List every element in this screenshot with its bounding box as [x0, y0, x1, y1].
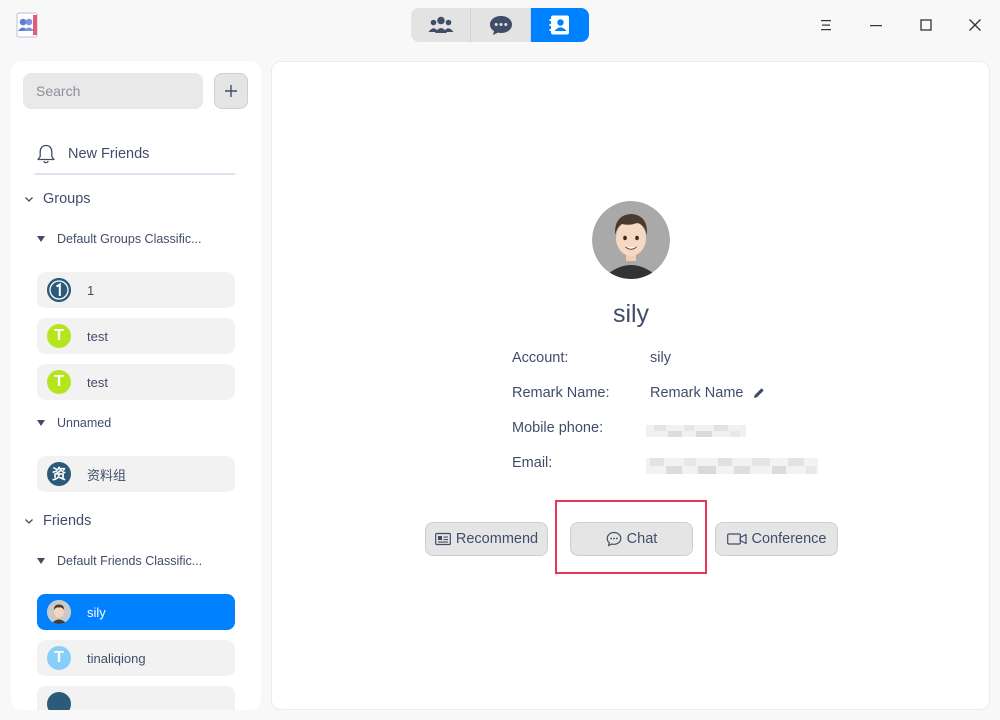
minimize-button[interactable] — [861, 10, 891, 40]
groups-header[interactable]: Groups — [23, 187, 91, 211]
minimize-icon — [870, 25, 882, 27]
close-icon — [969, 19, 981, 31]
group-item[interactable]: 资 资料组 — [37, 456, 235, 492]
avatar-letter: T — [54, 649, 64, 666]
recommend-button[interactable]: Recommend — [425, 522, 548, 556]
caret-down-icon — [37, 420, 45, 426]
recommend-label: Recommend — [455, 531, 539, 547]
video-camera-icon — [726, 533, 747, 545]
friend-item-partial[interactable] — [37, 686, 235, 710]
plus-icon — [225, 85, 237, 97]
avatar: T — [47, 324, 71, 348]
account-value: sily — [650, 350, 671, 366]
avatar — [47, 692, 71, 710]
contact-card-icon — [549, 15, 569, 35]
friends-header[interactable]: Friends — [23, 509, 91, 533]
user-avatar-icon — [47, 600, 71, 624]
profile-avatar — [592, 201, 670, 279]
groups-label: Groups — [43, 191, 91, 207]
conference-button[interactable]: Conference — [715, 522, 838, 556]
caret-down-icon — [37, 558, 45, 564]
remark-name-field: Remark Name — [650, 385, 765, 401]
chat-highlight-box — [555, 500, 707, 574]
chevron-down-icon — [25, 519, 33, 524]
friends-label: Friends — [43, 513, 92, 529]
remark-name-label: Remark Name: — [512, 385, 610, 401]
contacts-sidebar: New Friends Groups Default Groups Classi… — [11, 61, 261, 710]
friend-name: sily — [87, 604, 106, 620]
bell-icon — [37, 144, 55, 164]
tab-contacts[interactable] — [531, 8, 589, 42]
category-label: Default Friends Classific... — [57, 554, 203, 568]
conference-label: Conference — [751, 531, 827, 547]
category-label: Unnamed — [57, 416, 112, 430]
email-redacted — [646, 458, 818, 474]
chat-bubble-icon — [489, 16, 512, 35]
menu-icon — [821, 20, 831, 31]
friend-item[interactable]: T tinaliqiong — [37, 640, 235, 676]
tab-chats[interactable] — [471, 8, 531, 42]
category-label: Default Groups Classific... — [57, 232, 202, 246]
group-name: test — [87, 374, 108, 390]
avatar: 资 — [47, 462, 71, 486]
group-name: 资料组 — [87, 467, 127, 483]
avatar-letter: T — [54, 373, 64, 390]
tab-groups[interactable] — [411, 8, 471, 42]
group-item[interactable]: T test — [37, 318, 235, 354]
group-icon — [428, 16, 453, 33]
friend-item[interactable]: sily — [37, 594, 235, 630]
edit-remark-button[interactable] — [753, 387, 765, 399]
friend-name: tinaliqiong — [87, 650, 146, 666]
account-label: Account: — [512, 350, 569, 366]
group-item[interactable]: T test — [37, 364, 235, 400]
user-avatar-icon — [592, 201, 670, 279]
caret-down-icon — [37, 236, 45, 242]
groups-category-unnamed[interactable]: Unnamed — [37, 412, 111, 434]
search-input[interactable] — [23, 73, 203, 109]
contact-detail-panel: sily Account: sily Remark Name: Remark N… — [271, 61, 990, 710]
avatar-letter: T — [54, 327, 64, 344]
avatar: T — [47, 370, 71, 394]
new-friends-item[interactable]: New Friends — [35, 135, 235, 175]
avatar-letter: 资 — [52, 466, 66, 482]
contact-card-icon — [434, 532, 451, 546]
groups-category-default[interactable]: Default Groups Classific... — [37, 228, 202, 250]
number-one-icon — [47, 278, 71, 302]
maximize-button[interactable] — [911, 10, 941, 40]
close-button[interactable] — [960, 10, 990, 40]
maximize-icon — [920, 19, 932, 31]
pencil-icon — [754, 388, 765, 398]
add-contact-button[interactable] — [214, 73, 248, 109]
menu-button[interactable] — [811, 10, 841, 40]
avatar: T — [47, 646, 71, 670]
profile-name: sily — [612, 300, 650, 328]
app-logo-icon — [13, 12, 40, 39]
avatar — [47, 278, 71, 302]
avatar — [47, 600, 71, 624]
group-name: test — [87, 328, 108, 344]
view-switcher — [411, 8, 589, 42]
remark-name-value: Remark Name — [650, 385, 744, 401]
friends-category-default[interactable]: Default Friends Classific... — [37, 550, 202, 572]
mobile-phone-label: Mobile phone: — [512, 420, 604, 436]
mobile-phone-redacted — [646, 425, 746, 437]
group-item[interactable]: 1 — [37, 272, 235, 308]
group-name: 1 — [87, 282, 95, 298]
title-bar — [0, 0, 1000, 50]
new-friends-label: New Friends — [68, 146, 150, 162]
email-label: Email: — [512, 455, 553, 471]
chevron-down-icon — [25, 197, 33, 202]
